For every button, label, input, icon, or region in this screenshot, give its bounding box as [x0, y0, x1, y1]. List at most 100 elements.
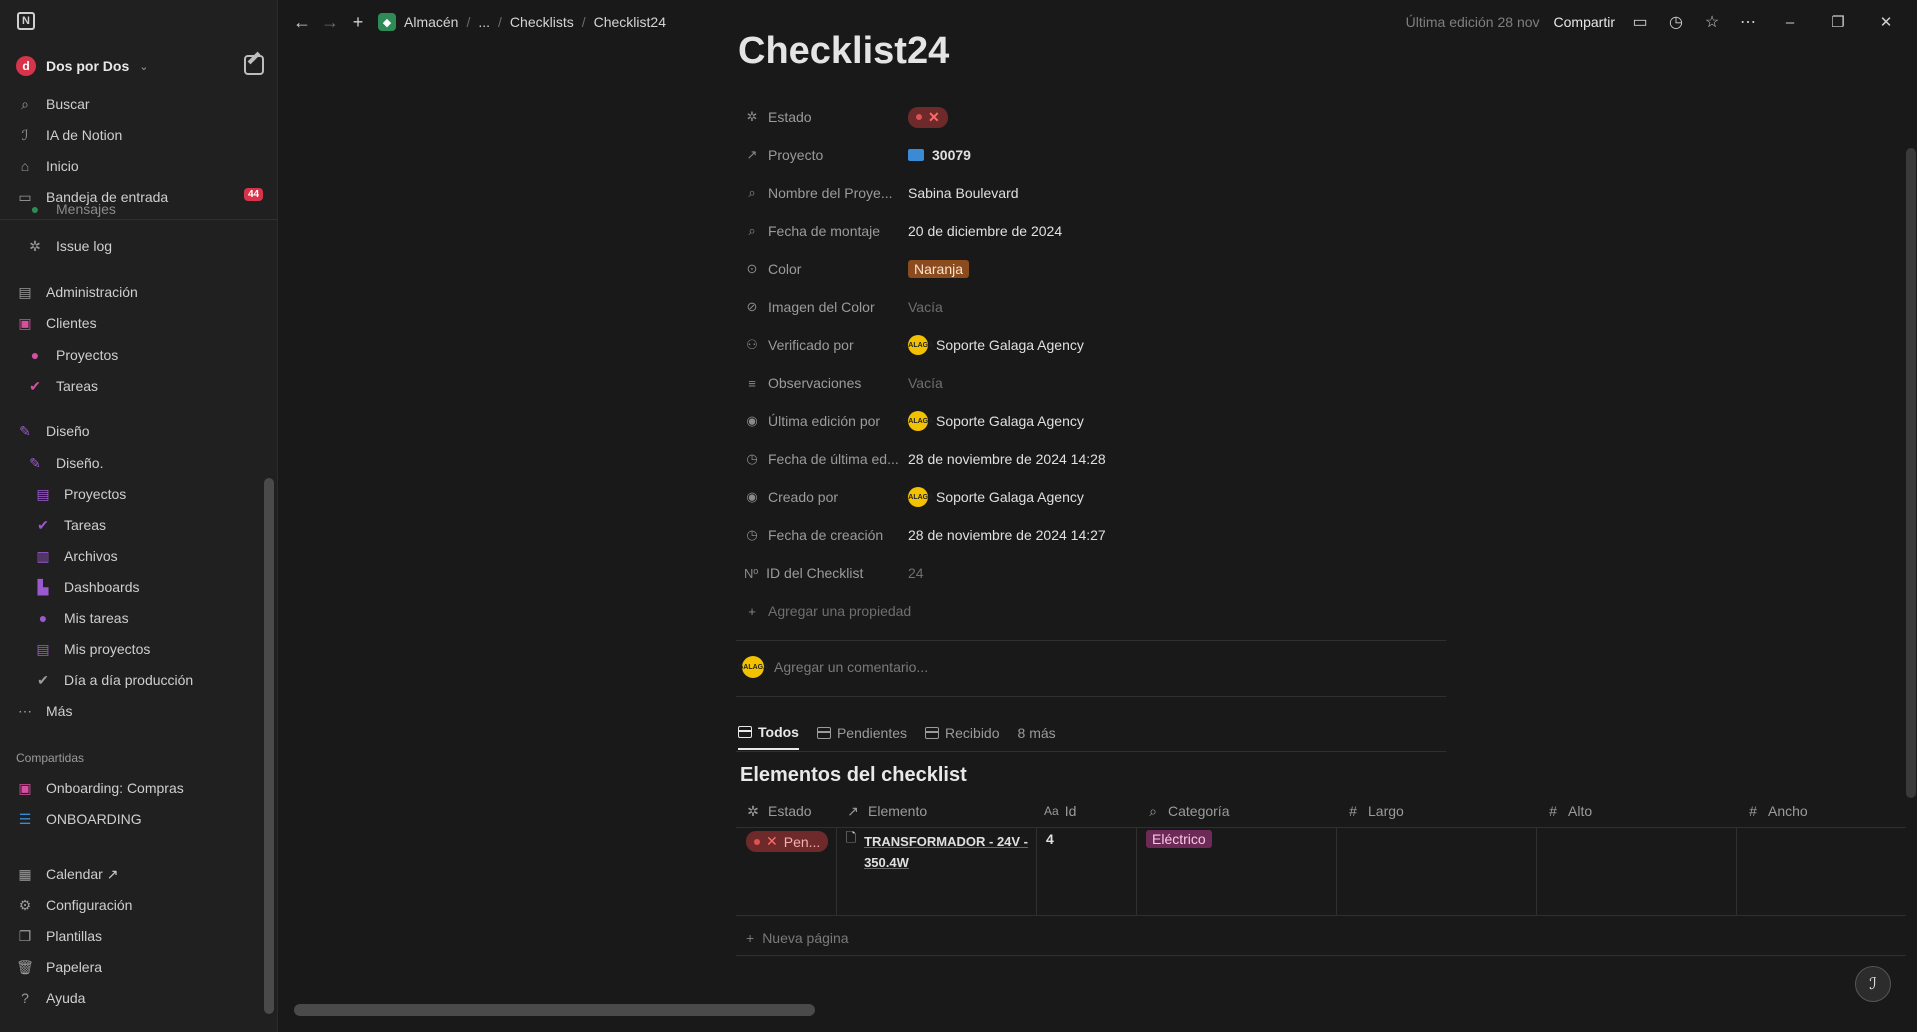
property-key[interactable]: ◉ Creado por — [736, 489, 908, 505]
sidebar-item-partial[interactable]: ● Mensajes — [26, 200, 116, 218]
cell-estado[interactable]: ✕ Pen... — [746, 831, 829, 852]
property-value[interactable]: Vacía — [908, 375, 943, 391]
breadcrumb-item[interactable]: Checklists — [510, 14, 574, 30]
tab-more[interactable]: 8 más — [1018, 716, 1056, 750]
sidebar-item-tareas[interactable]: ✔ Tareas — [26, 372, 98, 400]
sidebar-item-search[interactable]: ⌕ Buscar — [16, 90, 90, 118]
restore-icon[interactable]: ❐ — [1821, 13, 1855, 31]
sidebar-item-tareas-2[interactable]: ✔ Tareas — [34, 511, 106, 539]
back-arrow-icon[interactable]: ← — [288, 12, 316, 33]
column-header-elemento[interactable]: ↗ Elemento — [836, 795, 1036, 827]
property-value[interactable]: ✕ — [908, 106, 948, 128]
sidebar-item-mis-proyectos[interactable]: ▤ Mis proyectos — [34, 635, 150, 663]
property-value[interactable]: 28 de noviembre de 2024 14:28 — [908, 451, 1106, 467]
sidebar-item-configuracion[interactable]: ⚙ Configuración — [16, 891, 133, 919]
sidebar-item-proyectos[interactable]: ● Proyectos — [26, 341, 118, 369]
property-key[interactable]: ◷ Fecha de creación — [736, 527, 908, 543]
column-header-alto[interactable]: # Alto — [1536, 795, 1736, 827]
column-header-ancho[interactable]: # Ancho — [1736, 795, 1906, 827]
property-row[interactable]: ⌕ Nombre del Proye... Sabina Boulevard — [736, 176, 1446, 210]
star-icon[interactable]: ☆ — [1701, 11, 1723, 33]
property-key[interactable]: ⊘ Imagen del Color — [736, 299, 908, 315]
column-header-id[interactable]: Aa Id — [1036, 795, 1136, 827]
sidebar-item-dashboards[interactable]: ▙ Dashboards — [34, 573, 140, 601]
property-key[interactable]: ◷ Fecha de última ed... — [736, 451, 908, 467]
property-row[interactable]: ✲ Estado ✕ — [736, 100, 1446, 134]
property-key[interactable]: ⚇ Verificado por — [736, 337, 908, 353]
new-page-icon[interactable] — [244, 55, 264, 75]
property-value[interactable]: GALAGA Soporte Galaga Agency — [903, 487, 1084, 507]
property-row[interactable]: ↗ Proyecto 30079 — [736, 138, 1446, 172]
sidebar-item-archivos[interactable]: ▥ Archivos — [34, 542, 117, 570]
more-icon[interactable]: ⋯ — [1737, 11, 1759, 33]
sidebar-item-proyectos-2[interactable]: ▤ Proyectos — [34, 480, 126, 508]
forward-arrow-icon[interactable]: → — [316, 12, 344, 33]
property-key[interactable]: ↗ Proyecto — [736, 147, 908, 163]
property-value[interactable]: 30079 — [908, 147, 971, 163]
comment-input[interactable]: GALAGA Agregar un comentario... — [738, 656, 928, 678]
page-title[interactable]: Checklist24 — [738, 30, 949, 73]
property-value[interactable]: 20 de diciembre de 2024 — [908, 223, 1062, 239]
sidebar-item-ayuda[interactable]: ? Ayuda — [16, 984, 85, 1012]
history-icon[interactable]: ◷ — [1665, 11, 1687, 33]
property-key[interactable]: Nº ID del Checklist — [736, 565, 908, 581]
property-row[interactable]: ⊙ Color Naranja — [736, 252, 1446, 286]
property-key[interactable]: ⊙ Color — [736, 261, 908, 277]
share-button[interactable]: Compartir — [1554, 14, 1615, 30]
sidebar-item-ai[interactable]: ℐ IA de Notion — [16, 121, 123, 149]
sidebar-item-dia-a-dia[interactable]: ✔ Día a día producción — [34, 666, 193, 694]
property-value[interactable]: GALAGA Soporte Galaga Agency — [903, 411, 1084, 431]
property-key[interactable]: ⌕ Fecha de montaje — [736, 223, 908, 239]
element-link[interactable]: TRANSFORMADOR - 24V - 350.4W — [864, 831, 1030, 873]
tab-todos[interactable]: Todos — [738, 716, 799, 750]
column-header-categoria[interactable]: ⌕ Categoría — [1136, 795, 1336, 827]
property-value[interactable]: GALAGA Soporte Galaga Agency — [903, 335, 1084, 355]
property-row[interactable]: ⌕ Fecha de montaje 20 de diciembre de 202… — [736, 214, 1446, 248]
sidebar-scrollbar[interactable] — [264, 478, 274, 1014]
property-value[interactable]: 24 — [908, 565, 924, 581]
column-header-estado[interactable]: ✲ Estado — [736, 795, 836, 827]
database-title[interactable]: Elementos del checklist — [740, 764, 967, 787]
vertical-scrollbar[interactable] — [1906, 148, 1916, 798]
property-key[interactable]: ◉ Última edición por — [736, 413, 908, 429]
sidebar-item-plantillas[interactable]: ❐ Plantillas — [16, 922, 102, 950]
property-value[interactable]: Sabina Boulevard — [908, 185, 1019, 201]
property-value[interactable]: Vacía — [908, 299, 943, 315]
property-row[interactable]: ⚇ Verificado por GALAGA Soporte Galaga Age… — [736, 328, 1446, 362]
comment-icon[interactable]: ▭ — [1629, 11, 1651, 33]
sidebar-item-diseno-sub[interactable]: ✎ Diseño. — [26, 449, 103, 477]
sidebar-item-mas[interactable]: ⋯ Más — [16, 697, 72, 725]
property-key[interactable]: ≡ Observaciones — [736, 375, 908, 391]
column-header-largo[interactable]: # Largo — [1336, 795, 1536, 827]
sidebar-item-papelera[interactable]: 🗑 Papelera — [16, 953, 102, 981]
sidebar-item-diseno[interactable]: ✎ Diseño — [16, 417, 89, 445]
property-row[interactable]: Nº ID del Checklist 24 — [736, 556, 1446, 590]
property-value[interactable]: Naranja — [908, 260, 970, 278]
new-page-button[interactable]: + Nueva página — [746, 930, 849, 946]
sidebar-item-issue-log[interactable]: ✲ Issue log — [26, 232, 112, 260]
breadcrumb-item[interactable]: Almacén — [404, 14, 458, 30]
property-key[interactable]: ⌕ Nombre del Proye... — [736, 185, 908, 201]
horizontal-scrollbar[interactable] — [294, 1004, 815, 1016]
sidebar-item-onboarding[interactable]: ☰ ONBOARDING — [16, 805, 142, 833]
sidebar-item-home[interactable]: ⌂ Inicio — [16, 152, 79, 180]
cell-categoria[interactable]: Eléctrico — [1146, 830, 1212, 848]
breadcrumb-item[interactable]: Checklist24 — [594, 14, 666, 30]
sidebar-item-clientes[interactable]: ▣ Clientes — [16, 309, 96, 337]
property-row[interactable]: ◷ Fecha de creación 28 de noviembre de 20… — [736, 518, 1446, 552]
breadcrumb-item[interactable]: ... — [478, 14, 490, 30]
ai-assistant-button[interactable]: ℐ — [1855, 966, 1891, 1002]
property-row[interactable]: ◉ Creado por GALAGA Soporte Galaga Agency — [736, 480, 1446, 514]
workspace-switcher[interactable]: d Dos por Dos ⌄ — [16, 54, 148, 78]
plus-icon[interactable]: + — [344, 12, 372, 33]
property-row[interactable]: ≡ Observaciones Vacía — [736, 366, 1446, 400]
property-row[interactable]: ◷ Fecha de última ed... 28 de noviembre d… — [736, 442, 1446, 476]
property-value[interactable]: 28 de noviembre de 2024 14:27 — [908, 527, 1106, 543]
tab-recibido[interactable]: Recibido — [925, 716, 1000, 750]
sidebar-item-administracion[interactable]: ▤ Administración — [16, 278, 137, 306]
minimize-icon[interactable]: – — [1773, 14, 1807, 31]
cell-elemento[interactable]: 🗋 TRANSFORMADOR - 24V - 350.4W — [844, 830, 1030, 873]
sidebar-item-mis-tareas[interactable]: ● Mis tareas — [34, 604, 129, 632]
notion-logo-icon[interactable]: N — [17, 12, 35, 30]
sidebar-item-onboarding-compras[interactable]: ▣ Onboarding: Compras — [16, 774, 183, 802]
